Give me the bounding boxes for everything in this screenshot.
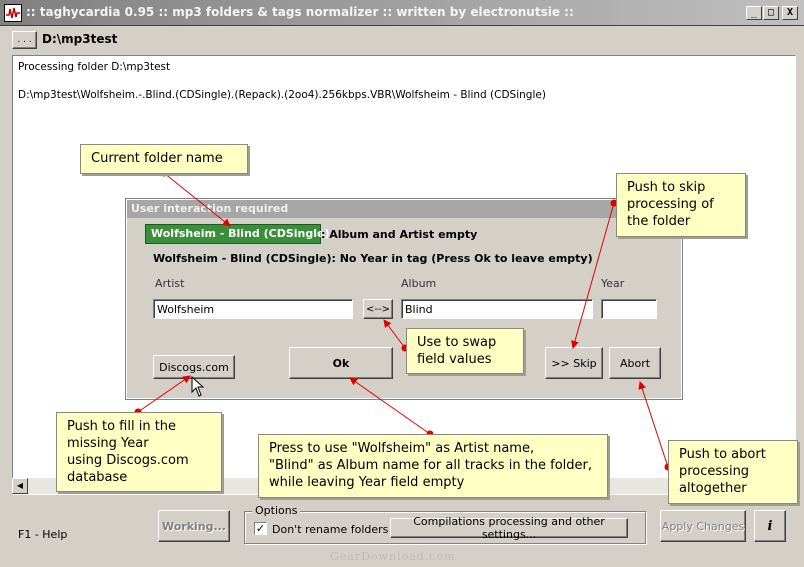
browse-folder-button[interactable]: . . . xyxy=(12,31,37,49)
message-album-artist-empty: : Album and Artist empty xyxy=(321,228,478,241)
options-legend: Options xyxy=(252,504,301,517)
callout-line: processing of xyxy=(627,197,714,212)
watermark: GearDownload.com xyxy=(330,550,456,563)
working-button[interactable]: Working... xyxy=(158,510,230,542)
callout-line: Press to use "Wolfsheim" as Artist name, xyxy=(269,441,535,456)
callout-line: Use to swap xyxy=(417,335,497,350)
close-button[interactable]: X xyxy=(782,6,798,20)
callout-line: field values xyxy=(417,352,492,367)
current-path: D:\mp3test xyxy=(42,32,118,46)
year-input[interactable] xyxy=(601,299,657,319)
callout-abort: Push to abort processing altogether xyxy=(668,440,798,504)
album-input[interactable]: Blind xyxy=(401,299,593,319)
compilations-settings-button[interactable]: Compilations processing and other settin… xyxy=(390,515,628,541)
dont-rename-checkbox[interactable]: ✓ xyxy=(254,522,267,535)
ok-button[interactable]: Ok xyxy=(289,347,393,379)
artist-input[interactable]: Wolfsheim xyxy=(153,299,353,319)
callout-line: while leaving Year field empty xyxy=(269,475,465,490)
callout-line: Push to fill in the xyxy=(67,419,177,434)
callout-line: "Blind" as Album name for all tracks in … xyxy=(269,458,593,473)
callout-line: altogether xyxy=(679,481,747,496)
album-label: Album xyxy=(401,277,437,290)
callout-skip: Push to skip processing of the folder xyxy=(616,173,746,237)
callout-line: the folder xyxy=(627,214,691,229)
window-title: :: taghycardia 0.95 :: mp3 folders & tag… xyxy=(26,5,574,19)
callout-ok: Press to use "Wolfsheim" as Artist name,… xyxy=(258,434,608,498)
callout-line: Push to skip xyxy=(627,180,706,195)
dont-rename-label: Don't rename folders xyxy=(272,523,389,536)
log-line: Processing folder D:\mp3test xyxy=(18,61,171,73)
maximize-button[interactable]: □ xyxy=(763,6,779,20)
callout-line: using Discogs.com xyxy=(67,453,189,468)
mouse-cursor-icon xyxy=(191,376,205,397)
callout-discogs: Push to fill in the missing Year using D… xyxy=(56,412,222,492)
callout-current-folder: Current folder name xyxy=(80,144,248,174)
swap-fields-button[interactable]: <--> xyxy=(363,299,393,319)
dialog-title: User interaction required xyxy=(127,200,681,218)
artist-label: Artist xyxy=(155,277,185,290)
callout-line: Push to abort xyxy=(679,447,766,462)
scroll-left-icon[interactable]: ◀ xyxy=(12,478,28,494)
callout-line: Current folder name xyxy=(91,151,223,166)
year-label: Year xyxy=(601,277,625,290)
apply-changes-button[interactable]: Apply Changes xyxy=(660,510,746,542)
f1-help-label: F1 - Help xyxy=(18,528,68,541)
current-folder-highlight: Wolfsheim - Blind (CDSingle) xyxy=(145,224,330,244)
user-interaction-dialog: User interaction required Wolfsheim - Bl… xyxy=(125,198,683,400)
message-no-year: Wolfsheim - Blind (CDSingle): No Year in… xyxy=(153,252,593,265)
minimize-button[interactable]: _ xyxy=(746,6,762,20)
info-button[interactable]: i xyxy=(754,510,786,542)
app-icon xyxy=(4,4,22,22)
callout-swap: Use to swap field values xyxy=(406,328,524,374)
callout-line: missing Year xyxy=(67,436,149,451)
callout-line: database xyxy=(67,470,128,485)
log-line: D:\mp3test\Wolfsheim.-.Blind.(CDSingle).… xyxy=(18,89,546,101)
abort-button[interactable]: Abort xyxy=(609,347,661,379)
skip-button[interactable]: >> Skip xyxy=(545,347,603,379)
title-bar: :: taghycardia 0.95 :: mp3 folders & tag… xyxy=(0,0,804,26)
callout-line: processing xyxy=(679,464,750,479)
